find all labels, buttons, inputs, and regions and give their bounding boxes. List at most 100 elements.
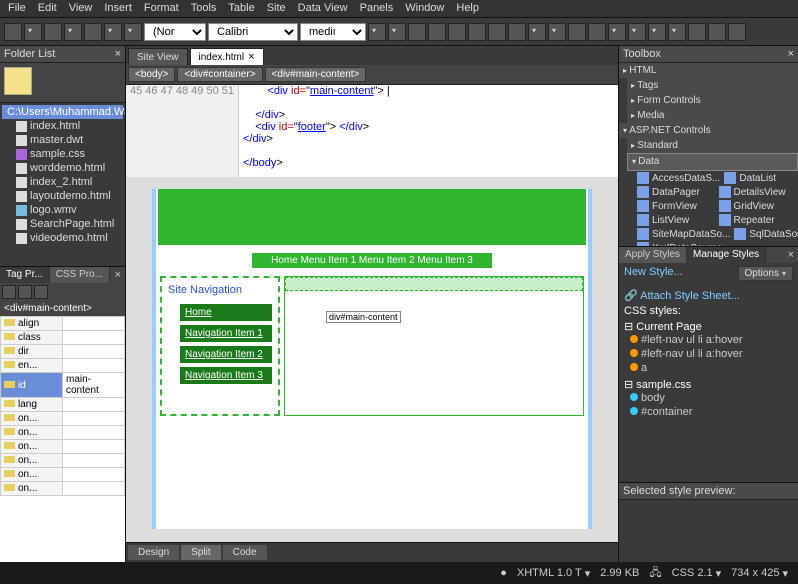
guides-button[interactable] [728,23,746,41]
nav-band[interactable]: Home Menu Item 1 Menu Item 2 Menu Item 3 [252,253,492,268]
css-rule[interactable]: a [630,361,793,375]
toolbox-item[interactable]: AccessDataS... [635,171,722,185]
tree-root[interactable]: C:\Users\Muhammad.Waqas\Do [2,105,123,119]
prop-sort-button[interactable] [2,285,16,299]
leftnav-item[interactable]: Home [180,304,272,321]
main-content-box[interactable] [284,276,584,416]
table-button[interactable] [648,23,666,41]
italic-button[interactable] [408,23,426,41]
menu-edit[interactable]: Edit [34,2,61,15]
font-family-select[interactable]: Calibri [208,23,298,41]
toolbox-group-html[interactable]: HTML [619,63,798,78]
toolbox-subgroup[interactable]: Tags [627,78,798,93]
align-left-button[interactable] [448,23,466,41]
menu-file[interactable]: File [4,2,30,15]
design-surface[interactable]: Home Menu Item 1 Menu Item 2 Menu Item 3… [126,177,618,542]
toolbox-item[interactable]: DataList [722,171,798,185]
doc-tab[interactable]: Site View [128,48,188,65]
tree-file[interactable]: SearchPage.html [2,217,123,231]
align-right-button[interactable] [488,23,506,41]
breadcrumb-item[interactable]: <div#container> [177,67,262,82]
tree-file[interactable]: videodemo.html [2,231,123,245]
toolbox-group-data[interactable]: Data [627,153,798,171]
current-page-group[interactable]: ⊟ Current Page [624,320,793,333]
undo-button[interactable] [124,23,142,41]
toolbox-group-standard[interactable]: Standard [627,138,798,153]
toolbox-item[interactable]: FormView [635,199,717,213]
toolbox-item[interactable]: GridView [717,199,798,213]
menu-tools[interactable]: Tools [187,2,221,15]
menu-insert[interactable]: Insert [100,2,136,15]
toolbox-item[interactable]: ListView [635,213,717,227]
new-style-link[interactable]: New Style... [624,266,683,278]
new-button[interactable] [4,23,22,41]
css-rule[interactable]: #left-nav ul li a:hover [630,333,793,347]
toolbox-item[interactable]: SiteMapDataSo... [635,227,732,241]
fontcolor-button[interactable] [368,23,386,41]
new-dropdown[interactable] [24,23,42,41]
breadcrumb-item[interactable]: <body> [128,67,175,82]
menu-view[interactable]: View [65,2,97,15]
menu-window[interactable]: Window [401,2,448,15]
tree-file[interactable]: layoutdemo.html [2,189,123,203]
sample-css-group[interactable]: ⊟ sample.css [624,378,793,391]
status-dims[interactable]: 734 x 425 ▾ [731,567,788,580]
align-center-button[interactable] [468,23,486,41]
options-button[interactable]: Options [738,266,793,281]
tree-file[interactable]: worddemo.html [2,161,123,175]
menu-data-view[interactable]: Data View [294,2,352,15]
close-icon[interactable]: × [111,267,125,283]
css-rule[interactable]: #left-nav ul li a:hover [630,347,793,361]
menu-table[interactable]: Table [224,2,258,15]
tab-manage-styles[interactable]: Manage Styles [687,247,766,263]
paste-button[interactable] [104,23,122,41]
tree-file[interactable]: index.html [2,119,123,133]
status-xhtml[interactable]: XHTML 1.0 T ▾ [517,567,590,580]
toolbox-subgroup[interactable]: Media [627,108,798,123]
indent-button[interactable] [588,23,606,41]
css-rule[interactable]: body [630,391,793,405]
ruler-button[interactable] [708,23,726,41]
toolbox-group-asp[interactable]: ASP.NET Controls [619,123,798,138]
left-nav-box[interactable]: Site Navigation HomeNavigation Item 1Nav… [160,276,280,416]
save-button[interactable] [64,23,82,41]
status-css[interactable]: CSS 2.1 ▾ [672,567,722,580]
menu-format[interactable]: Format [140,2,183,15]
justify-button[interactable] [508,23,526,41]
tab-apply-styles[interactable]: Apply Styles [619,247,687,263]
image-button[interactable] [668,23,686,41]
style-select[interactable]: (None) [144,23,206,41]
toolbox-item[interactable]: DataPager [635,185,717,199]
close-icon[interactable]: × [248,51,254,63]
view-split[interactable]: Split [181,545,220,560]
breadcrumb-item[interactable]: <div#main-content> [265,67,367,82]
menu-site[interactable]: Site [263,2,290,15]
prop-show-button[interactable] [34,285,48,299]
list-ol-button[interactable] [548,23,566,41]
link-button[interactable] [688,23,706,41]
header-band[interactable] [158,189,586,245]
attach-stylesheet-link[interactable]: 🔗 Attach Style Sheet... [624,290,740,302]
tree-file[interactable]: master.dwt [2,133,123,147]
view-design[interactable]: Design [128,545,179,560]
toolbox-item[interactable]: SqlDataSource [732,227,798,241]
menu-panels[interactable]: Panels [356,2,398,15]
close-icon[interactable]: × [115,48,121,60]
tree-file[interactable]: index_2.html [2,175,123,189]
leftnav-item[interactable]: Navigation Item 1 [180,325,272,342]
css-rule[interactable]: #container [630,405,793,419]
close-icon[interactable]: × [784,247,798,263]
list-ul-button[interactable] [528,23,546,41]
bold-button[interactable] [388,23,406,41]
tree-file[interactable]: logo.wmv [2,203,123,217]
doc-tab[interactable]: index.html × [190,48,264,65]
tab-css-properties[interactable]: CSS Pro... [50,267,110,283]
toolbox-subgroup[interactable]: Form Controls [627,93,798,108]
leftnav-item[interactable]: Navigation Item 2 [180,346,272,363]
code-editor[interactable]: 45 46 47 48 49 50 51 <div id="main-conte… [126,85,618,177]
underline-button[interactable] [428,23,446,41]
toolbox-item[interactable]: Repeater [717,213,798,227]
tab-tag-properties[interactable]: Tag Pr... [0,267,50,283]
menu-help[interactable]: Help [452,2,483,15]
font-size-select[interactable]: medium [300,23,366,41]
